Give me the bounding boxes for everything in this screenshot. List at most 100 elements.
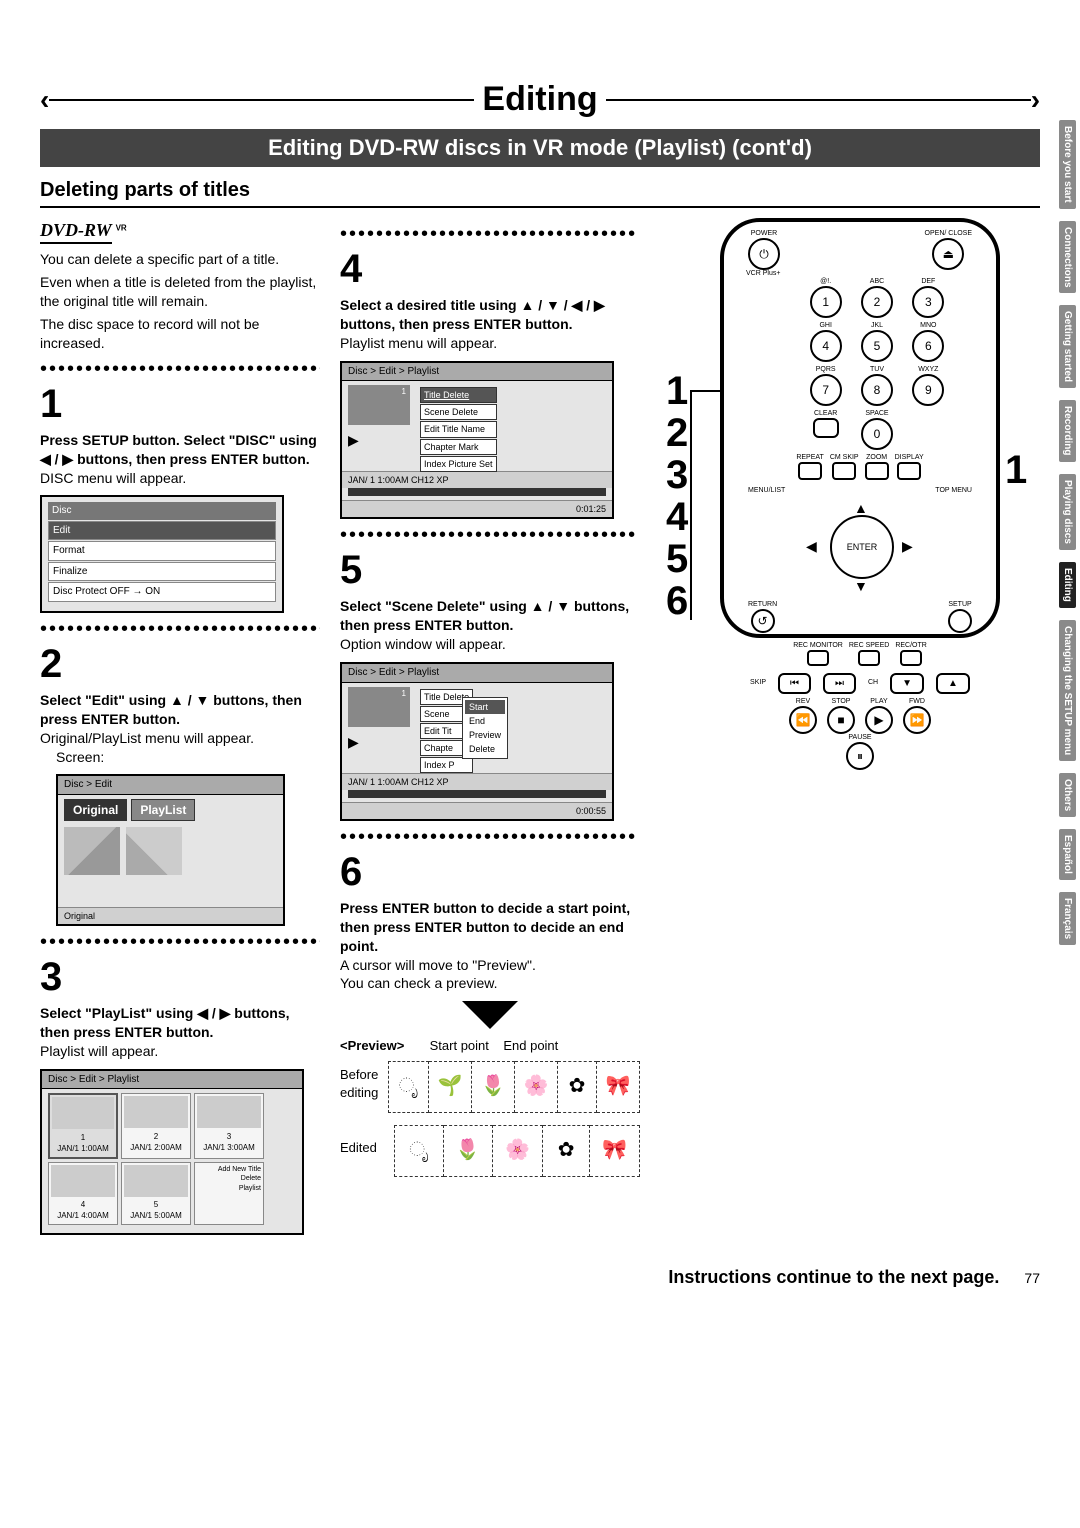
key-6[interactable]: 6: [912, 330, 944, 362]
rec-otr-button[interactable]: [900, 650, 922, 666]
side-tab-espanol[interactable]: Español: [1059, 829, 1076, 880]
key-0[interactable]: 0: [861, 418, 893, 450]
thumb-addnew[interactable]: Add New Title Delete Playlist: [194, 1162, 264, 1225]
disc-menu-edit[interactable]: Edit: [48, 521, 276, 541]
open-close-button[interactable]: ⏏: [932, 238, 964, 270]
key-7[interactable]: 7: [810, 374, 842, 406]
opt-chapter-mark[interactable]: Chapter Mark: [420, 439, 497, 455]
opt-title-delete[interactable]: Title Delete: [420, 387, 497, 403]
side-tab-francais[interactable]: Français: [1059, 892, 1076, 945]
key-8[interactable]: 8: [861, 374, 893, 406]
step-6-bold: Press ENTER button to decide a start poi…: [340, 899, 640, 956]
step-1-bold: Press SETUP button. Select "DISC" using …: [40, 431, 320, 469]
rec-speed-button[interactable]: [858, 650, 880, 666]
dpad: ▲ ▼ ◀ ▶ ENTER: [790, 505, 930, 595]
scene-delete-screenshot: Disc > Edit > Playlist 1 ▶ Title Delete …: [340, 662, 614, 821]
key-9[interactable]: 9: [912, 374, 944, 406]
return-button[interactable]: ↺: [751, 609, 775, 633]
disc-menu-finalize[interactable]: Finalize: [48, 562, 276, 582]
disc-menu-format[interactable]: Format: [48, 541, 276, 561]
scene-delete-title: Disc > Edit > Playlist: [342, 664, 612, 683]
thumb-4[interactable]: 4JAN/1 4:00AM: [48, 1162, 118, 1225]
side-tab-others[interactable]: Others: [1059, 773, 1076, 817]
popup-start[interactable]: Start: [465, 700, 505, 714]
status-time: 0:01:25: [576, 503, 606, 515]
stop-button[interactable]: ■: [827, 706, 855, 734]
intro-p1: You can delete a specific part of a titl…: [40, 250, 320, 269]
tab-playlist[interactable]: PlayList: [131, 799, 195, 821]
key-1[interactable]: 1: [810, 286, 842, 318]
side-tab-connections[interactable]: Connections: [1059, 221, 1076, 294]
opt-index-p[interactable]: Index P: [420, 757, 473, 773]
left-arrow-icon[interactable]: ◀: [806, 537, 817, 556]
key-5[interactable]: 5: [861, 330, 893, 362]
side-tab-getting-started[interactable]: Getting started: [1059, 305, 1076, 388]
cmskip-button[interactable]: [832, 462, 856, 480]
step-6-number: 6: [340, 845, 640, 899]
disc-menu-protect[interactable]: Disc Protect OFF → ON: [48, 582, 276, 602]
step-5-number: 5: [340, 543, 640, 597]
right-arrow-icon[interactable]: ▶: [902, 537, 913, 556]
separator: •••••••••••••••••••••••••••••••••: [40, 623, 320, 635]
thumb-1[interactable]: 1JAN/1 1:00AM: [48, 1093, 118, 1158]
preview-heading: <Preview>: [340, 1038, 404, 1053]
thumb-2[interactable]: 2JAN/1 2:00AM: [121, 1093, 191, 1158]
footer-text: Instructions continue to the next page.: [668, 1267, 999, 1287]
power-button[interactable]: ⏻: [748, 238, 780, 270]
repeat-button[interactable]: [798, 462, 822, 480]
play-button[interactable]: ▶: [865, 706, 893, 734]
display-button[interactable]: [897, 462, 921, 480]
status-left: JAN/ 1 1:00AM CH12 XP: [348, 474, 449, 486]
rec-monitor-button[interactable]: [807, 650, 829, 666]
step-6-text-1: A cursor will move to "Preview".: [340, 956, 640, 975]
opt-scene-delete[interactable]: Scene Delete: [420, 404, 497, 420]
clear-button[interactable]: [813, 418, 839, 438]
separator: •••••••••••••••••••••••••••••••••: [40, 363, 320, 375]
down-arrow-icon[interactable]: ▼: [854, 577, 868, 596]
pause-button[interactable]: ⏸: [846, 742, 874, 770]
status-left: JAN/ 1 1:00AM CH12 XP: [348, 776, 449, 788]
preview-heading-row: <Preview> Start point End point: [340, 1037, 640, 1055]
side-tab-playing-discs[interactable]: Playing discs: [1059, 474, 1076, 550]
thumb-3[interactable]: 3JAN/1 3:00AM: [194, 1093, 264, 1158]
enter-button[interactable]: ENTER: [830, 515, 894, 579]
ch-down-button[interactable]: ▼: [890, 673, 924, 695]
playlist-grid-screenshot: Disc > Edit > Playlist 1JAN/1 1:00AM 2JA…: [40, 1069, 304, 1235]
step-2-number: 2: [40, 637, 320, 691]
vcrplus-label: VCR Plus+: [746, 270, 988, 277]
edited-label: Edited: [340, 1139, 386, 1157]
skip-prev-button[interactable]: ⏮: [778, 673, 811, 695]
ch-up-button[interactable]: ▲: [936, 673, 970, 695]
key-4[interactable]: 4: [810, 330, 842, 362]
disc-menu-screenshot: Disc Edit Format Finalize Disc Protect O…: [40, 495, 284, 613]
key-2[interactable]: 2: [861, 286, 893, 318]
blocks-icon: [64, 827, 120, 875]
popup-end[interactable]: End: [465, 714, 505, 728]
side-tabs: Before you start Connections Getting sta…: [1059, 120, 1076, 957]
side-tab-recording[interactable]: Recording: [1059, 400, 1076, 461]
key-3[interactable]: 3: [912, 286, 944, 318]
side-tab-setup-menu[interactable]: Changing the SETUP menu: [1059, 620, 1076, 761]
thumb-5[interactable]: 5JAN/1 5:00AM: [121, 1162, 191, 1225]
edited-row: ೃ 🌷 🌸 ✿ 🎀: [394, 1125, 640, 1177]
step-2-bold: Select "Edit" using ▲ / ▼ buttons, then …: [40, 691, 320, 729]
opt-edit-title-name[interactable]: Edit Title Name: [420, 421, 497, 437]
opt-index-picture[interactable]: Index Picture Set: [420, 456, 497, 472]
skip-next-button[interactable]: ⏭: [823, 673, 856, 695]
rev-button[interactable]: ⏪: [789, 706, 817, 734]
zoom-button[interactable]: [865, 462, 889, 480]
side-tab-before-you-start[interactable]: Before you start: [1059, 120, 1076, 209]
status-time: 0:00:55: [576, 805, 606, 817]
fwd-button[interactable]: ⏩: [903, 706, 931, 734]
popup-delete[interactable]: Delete: [465, 742, 505, 756]
chevron-right-icon: ›: [1031, 84, 1040, 116]
edit-menu-screenshot: Disc > Edit Original PlayList Original: [56, 774, 285, 926]
step-4-number: 4: [340, 242, 640, 296]
edit-screen-title: Disc > Edit: [58, 776, 283, 795]
side-tab-editing[interactable]: Editing: [1059, 562, 1076, 608]
tab-original[interactable]: Original: [64, 799, 127, 821]
step-3-bold: Select "PlayList" using ◀ / ▶ buttons, t…: [40, 1004, 320, 1042]
setup-button[interactable]: [948, 609, 972, 633]
popup-preview[interactable]: Preview: [465, 728, 505, 742]
mid-column: ••••••••••••••••••••••••••••••••• 4 Sele…: [340, 218, 640, 1243]
